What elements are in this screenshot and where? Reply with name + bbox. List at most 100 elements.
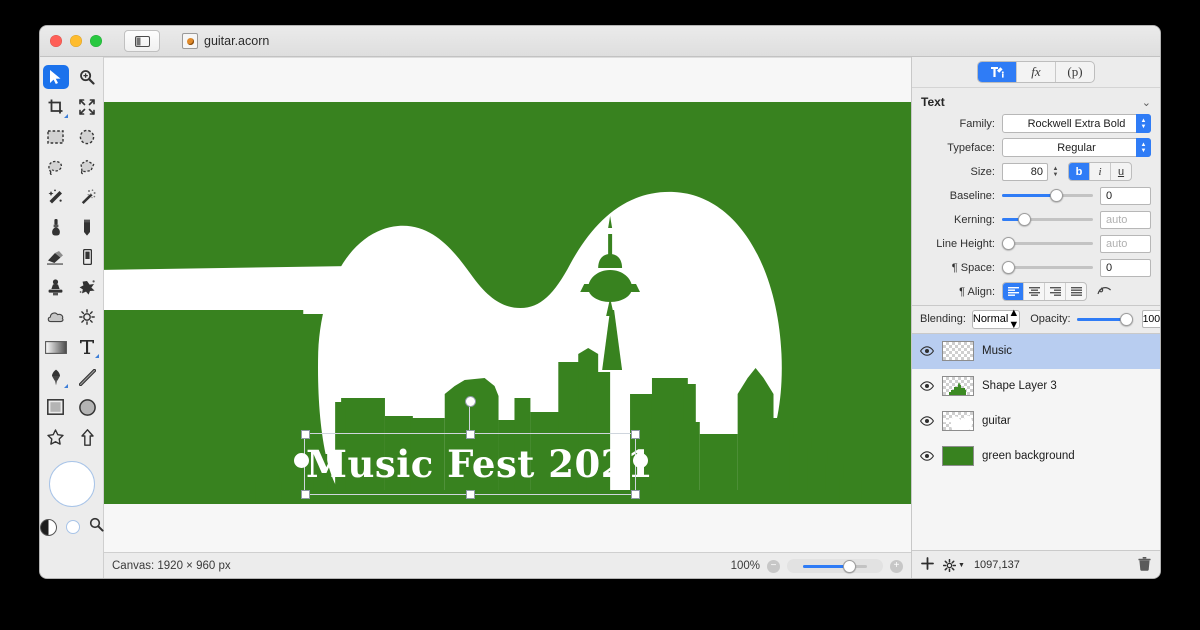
magic-wand-tool[interactable] — [43, 185, 69, 209]
opacity-value[interactable]: 100% — [1141, 310, 1160, 328]
layer-row-guitar[interactable]: guitar — [912, 404, 1160, 439]
zoom-button[interactable] — [90, 35, 102, 47]
kerning-input[interactable]: auto — [1100, 210, 1151, 229]
baseline-row: Baseline: 0 — [912, 185, 1160, 206]
rotation-handle[interactable] — [465, 396, 476, 407]
instant-alpha-tool[interactable] — [74, 185, 100, 209]
layers-list: Music Shape Layer 3 guitar green backgro… — [912, 333, 1160, 550]
font-family-value: Rockwell Extra Bold — [1027, 117, 1126, 130]
align-justify-button[interactable] — [1066, 283, 1086, 300]
baseline-slider[interactable] — [1002, 189, 1093, 203]
canvas-document[interactable]: Music Fest 2021 — [104, 102, 911, 504]
line-height-slider[interactable] — [1002, 237, 1093, 251]
typeface-select[interactable]: Regular ▲ ▼ — [1002, 138, 1151, 157]
zoom-slider[interactable] — [787, 559, 883, 573]
space-slider[interactable] — [1002, 261, 1093, 275]
sidebar-toggle-icon[interactable] — [124, 30, 160, 52]
dodge-tool[interactable] — [43, 305, 69, 329]
plus-icon[interactable] — [921, 557, 934, 573]
blending-mode-select[interactable]: Normal ▲ ▼ — [971, 307, 1021, 331]
chevron-updown-icon[interactable]: ▲ ▼ — [1136, 114, 1151, 133]
foreground-color-swatch[interactable] — [48, 461, 95, 507]
line-height-label: Line Height: — [936, 237, 995, 250]
tab-filters[interactable]: fx — [1017, 62, 1056, 82]
eraser-tool[interactable] — [43, 245, 69, 269]
smudge-tool[interactable] — [74, 245, 100, 269]
arrow-shape-tool[interactable] — [74, 425, 100, 449]
chevron-updown-icon[interactable]: ▲ ▼ — [1008, 307, 1019, 331]
magnifier-icon[interactable] — [89, 517, 104, 537]
lasso-tool[interactable] — [43, 155, 69, 179]
canvas-area[interactable]: Music Fest 2021 — [104, 57, 911, 552]
move-tool[interactable] — [42, 65, 69, 89]
bold-button[interactable]: b — [1069, 163, 1090, 180]
baseline-input[interactable]: 0 — [1100, 186, 1151, 205]
ellipse-shape-tool[interactable] — [74, 395, 100, 419]
chevron-down-icon[interactable]: ⌄ — [1142, 96, 1151, 109]
clone-stamp-tool[interactable] — [43, 275, 69, 299]
burn-tool[interactable] — [74, 305, 100, 329]
eye-icon[interactable] — [920, 381, 934, 391]
space-input[interactable]: 0 — [1100, 258, 1151, 277]
opacity-slider[interactable] — [1076, 312, 1134, 326]
layer-row-music[interactable]: Music — [912, 333, 1160, 369]
trash-icon[interactable] — [1138, 556, 1151, 574]
handle-bottom-center[interactable] — [466, 490, 475, 499]
star-shape-tool[interactable] — [43, 425, 69, 449]
polygon-lasso-tool[interactable] — [74, 155, 100, 179]
rectangular-select-tool[interactable] — [43, 125, 69, 149]
line-tool[interactable] — [74, 365, 100, 389]
splatter-tool[interactable] — [74, 275, 100, 299]
handle-bottom-left[interactable] — [301, 490, 310, 499]
document-title-text: guitar.acorn — [204, 34, 270, 48]
align-right-button[interactable] — [1045, 283, 1066, 300]
bezier-pen-tool[interactable] — [43, 365, 69, 389]
eye-icon[interactable] — [920, 346, 934, 356]
align-center-button[interactable] — [1024, 283, 1045, 300]
handle-bottom-right[interactable] — [631, 490, 640, 499]
zoom-in-icon[interactable]: + — [890, 559, 903, 573]
tab-tool-options[interactable] — [978, 62, 1017, 82]
text-tool[interactable] — [74, 335, 100, 359]
eye-icon[interactable] — [920, 416, 934, 426]
crop-tool[interactable] — [43, 95, 69, 119]
gradient-tool[interactable] — [43, 335, 69, 359]
font-size-input[interactable]: 80 — [1002, 162, 1048, 181]
text-section-header[interactable]: Text ⌄ — [912, 88, 1160, 113]
kerning-slider[interactable] — [1002, 213, 1093, 227]
layer-row-green-background[interactable]: green background — [912, 439, 1160, 474]
handle-left-middle[interactable] — [294, 453, 309, 468]
brush-tool[interactable] — [43, 215, 69, 239]
minimize-button[interactable] — [70, 35, 82, 47]
underline-button[interactable]: u — [1111, 163, 1131, 180]
handle-top-left[interactable] — [301, 430, 310, 439]
zoom-out-icon[interactable]: − — [767, 559, 780, 573]
layer-thumbnail — [942, 446, 974, 466]
status-bar: Canvas: 1920 × 960 px 100% − + — [104, 552, 911, 578]
kerning-label: Kerning: — [954, 213, 995, 226]
pencil-tool[interactable] — [74, 215, 100, 239]
line-height-input[interactable]: auto — [1100, 234, 1151, 253]
eye-icon[interactable] — [920, 451, 934, 461]
italic-button[interactable]: i — [1090, 163, 1111, 180]
transform-tool[interactable] — [74, 95, 100, 119]
gear-icon[interactable]: ▼ — [943, 558, 965, 572]
handle-right-middle[interactable] — [633, 453, 648, 468]
elliptical-select-tool[interactable] — [74, 125, 100, 149]
text-style-buttons: b i u — [1068, 162, 1132, 181]
text-on-path-icon[interactable] — [1097, 283, 1112, 301]
tab-presets[interactable]: (p) — [1056, 62, 1094, 82]
half-circle-icon[interactable] — [40, 518, 57, 536]
chevron-updown-icon[interactable]: ▲ ▼ — [1136, 138, 1151, 157]
handle-top-right[interactable] — [631, 430, 640, 439]
align-left-button[interactable] — [1003, 283, 1024, 300]
rectangle-shape-tool[interactable] — [43, 395, 69, 419]
handle-top-center[interactable] — [466, 430, 475, 439]
close-button[interactable] — [50, 35, 62, 47]
layer-row-shape-layer-3[interactable]: Shape Layer 3 — [912, 369, 1160, 404]
small-circle-icon[interactable] — [65, 520, 80, 534]
zoom-tool[interactable] — [74, 65, 100, 89]
zoom-controls[interactable]: 100% − + — [731, 559, 903, 573]
font-family-select[interactable]: Rockwell Extra Bold ▲ ▼ — [1002, 114, 1151, 133]
size-stepper[interactable]: ▲ ▼ — [1051, 166, 1060, 178]
